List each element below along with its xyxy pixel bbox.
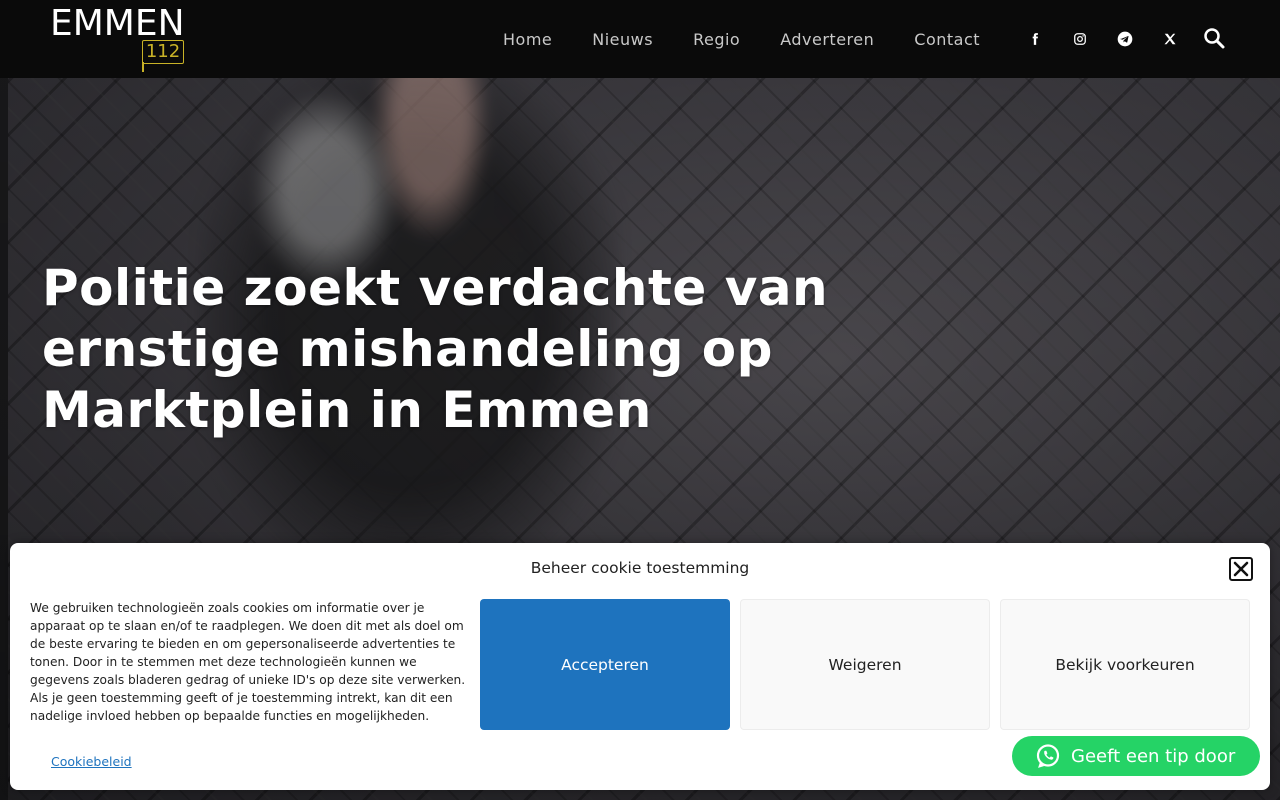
tip-button[interactable]: Geeft een tip door — [1012, 736, 1260, 776]
nav-item-adverteren[interactable]: Adverteren — [760, 30, 894, 49]
logo-number: 112 — [142, 40, 184, 64]
nav-item-nieuws[interactable]: Nieuws — [572, 30, 673, 49]
social-links — [1020, 24, 1200, 54]
search-icon[interactable] — [1200, 24, 1230, 54]
deny-button[interactable]: Weigeren — [740, 599, 990, 730]
nav-item-home[interactable]: Home — [483, 30, 572, 49]
article-title: Politie zoekt verdachte van ernstige mis… — [42, 259, 829, 439]
logo-tail — [142, 62, 144, 72]
cookie-title: Beheer cookie toestemming — [530, 559, 750, 577]
logo-name: EMMEN — [50, 3, 185, 44]
whatsapp-icon — [1035, 743, 1061, 769]
x-icon[interactable] — [1155, 24, 1185, 54]
main-nav: Home Nieuws Regio Adverteren Contact — [483, 0, 1000, 78]
close-icon[interactable] — [1229, 557, 1253, 581]
nav-item-contact[interactable]: Contact — [894, 30, 1000, 49]
nav-item-regio[interactable]: Regio — [673, 30, 760, 49]
facebook-icon[interactable] — [1020, 24, 1050, 54]
site-logo[interactable]: EMMEN 112 — [50, 4, 190, 72]
telegram-icon[interactable] — [1110, 24, 1140, 54]
site-header: EMMEN 112 Home Nieuws Regio Adverteren C… — [0, 0, 1280, 78]
cookie-description: We gebruiken technologieën zoals cookies… — [30, 601, 466, 723]
accept-button[interactable]: Accepteren — [480, 599, 730, 730]
tip-label: Geeft een tip door — [1071, 745, 1236, 767]
cookie-policy-link[interactable]: Cookiebeleid — [51, 754, 132, 769]
view-preferences-button[interactable]: Bekijk voorkeuren — [1000, 599, 1250, 730]
instagram-icon[interactable] — [1065, 24, 1095, 54]
